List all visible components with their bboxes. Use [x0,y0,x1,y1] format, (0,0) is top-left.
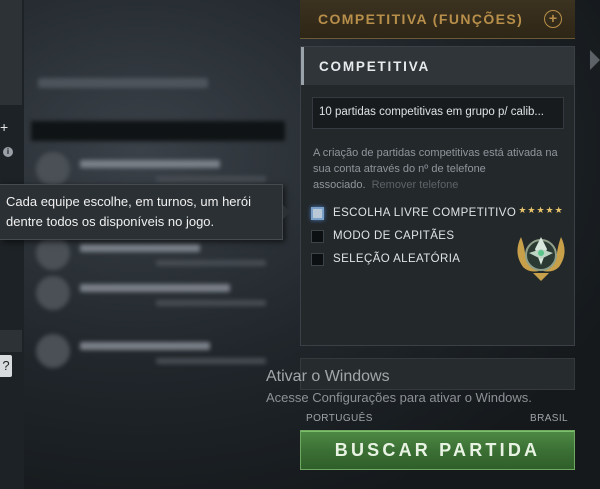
option-all-pick[interactable]: ESCOLHA LIVRE COMPETITIVO [311,205,531,221]
blurred-friend-row [36,152,266,186]
option-label: ESCOLHA LIVRE COMPETITIVO [333,207,517,219]
activation-watermark-title: Ativar o Windows [266,368,390,385]
tooltip-arrow [283,205,291,219]
left-strip [0,0,24,489]
blurred-header [38,78,208,88]
left-strip-block [0,330,22,352]
blurred-friend-row [36,334,266,368]
activation-watermark-text: Acesse Configurações para ativar o Windo… [266,390,532,405]
tooltip-text: Cada equipe escolhe, em turnos, um herói… [6,194,251,229]
match-type-select[interactable]: 10 partidas competitivas em grupo p/ cal… [312,97,564,129]
phone-info: A criação de partidas competitivas está … [313,145,568,193]
find-match-label: BUSCAR PARTIDA [334,439,541,460]
tooltip: Cada equipe escolhe, em turnos, um herói… [0,184,283,240]
blurred-search [30,120,286,142]
blurred-friend-row [36,276,266,310]
info-icon[interactable]: i [3,147,13,157]
help-button[interactable]: ? [0,355,12,377]
blurred-friend-row [36,236,266,270]
checkbox[interactable] [311,252,324,266]
server-region-label[interactable]: BRASIL [530,413,568,424]
competitive-roles-button[interactable]: COMPETITIVA (FUNÇÕES) + [300,0,575,39]
panel-title: COMPETITIVA [319,58,431,74]
option-label: MODO DE CAPITÃES [333,230,455,242]
option-random-draft[interactable]: SELEÇÃO ALEATÓRIA [311,251,531,267]
competitive-panel: COMPETITIVA 10 partidas competitivas em … [300,46,575,346]
panel-header[interactable]: COMPETITIVA [301,47,574,85]
medal-icon [517,237,565,281]
language-label[interactable]: PORTUGUÊS [306,413,373,424]
competitive-roles-label: COMPETITIVA (FUNÇÕES) [318,11,524,27]
match-type-value: 10 partidas competitivas em grupo p/ cal… [319,106,545,118]
add-friend-icon[interactable]: + [0,120,12,134]
checkbox[interactable] [311,229,324,243]
find-match-button[interactable]: BUSCAR PARTIDA [300,430,575,470]
option-captains-mode[interactable]: MODO DE CAPITÃES [311,228,531,244]
rank-medal: ★★★★★ [509,205,569,281]
remove-phone-link[interactable]: Remover telefone [372,179,459,191]
checkbox[interactable] [311,206,324,220]
plus-circle-icon: + [544,10,562,28]
left-strip-block [0,0,22,105]
chevron-right-icon[interactable] [590,50,600,70]
option-label: SELEÇÃO ALEATÓRIA [333,253,461,265]
